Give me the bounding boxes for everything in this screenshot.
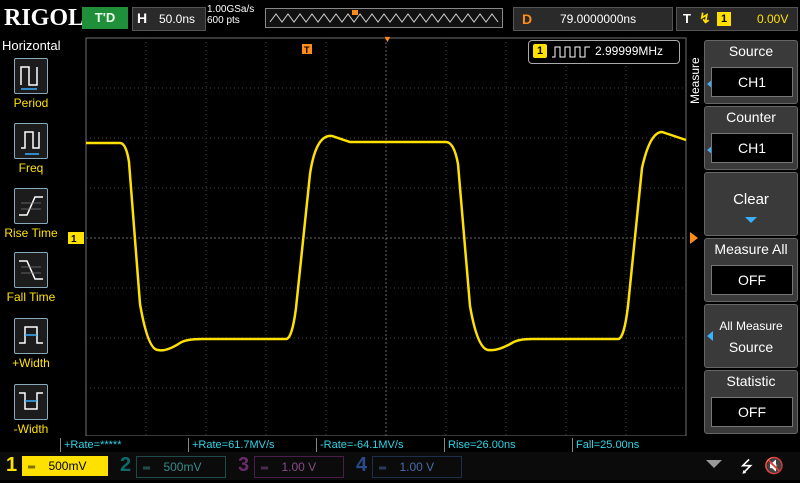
waveform-grid: ▼ T 1 [68, 34, 698, 437]
fall-time-label: Fall Time [6, 290, 56, 304]
delay-label: D [522, 11, 533, 27]
memory-position-strip[interactable] [265, 8, 503, 28]
freq-label: Freq [18, 161, 44, 175]
freq-tool[interactable]: Freq [0, 123, 62, 183]
trigger-label: T [683, 11, 691, 26]
all-measure-source-button[interactable]: All Measure Source [704, 304, 798, 368]
statistic-button[interactable]: Statistic OFF [704, 370, 798, 434]
clear-button[interactable]: Clear [704, 172, 798, 236]
menu-expand-icon[interactable] [706, 460, 722, 468]
horizontal-label: H [137, 10, 148, 26]
channel-status-bar: 1 ═ 500mV 2 ═ 500mV 3 ═ 1.00 V 4 ═ 1.00 … [0, 452, 800, 480]
channel-2-number: 2 [120, 454, 132, 476]
trigger-position-marker: ▼ [383, 36, 392, 44]
channel-1-number: 1 [6, 454, 18, 476]
top-status-bar: RIGOL T'D H 50.0ns 1.00GSa/s 600 pts D 7… [0, 0, 800, 36]
trigger-status-badge: T'D [82, 7, 128, 29]
memory-waveform-preview [269, 10, 499, 23]
statistic-title: Statistic [726, 373, 776, 389]
measurement-item: +Rate=61.7MV/s [188, 438, 316, 452]
all-measure-source-title: Source [728, 339, 774, 355]
sample-rate: 1.00GSa/s [207, 4, 255, 15]
svg-text:1: 1 [71, 234, 77, 245]
timebase-value: 50.0ns [159, 12, 196, 26]
channel-4-scale: ═ 1.00 V [372, 456, 462, 478]
coupling-icon: ═ [379, 463, 387, 474]
measure-all-title: Measure All [714, 241, 788, 257]
coupling-icon: ═ [143, 463, 151, 474]
counter-source-value: CH1 [711, 133, 793, 163]
period-tool[interactable]: Period [0, 58, 62, 118]
source-button[interactable]: Source CH1 [704, 40, 798, 104]
counter-channel: 1 [533, 44, 547, 58]
measurement-item: Fall=25.00ns [572, 438, 700, 452]
left-menu-title: Horizontal [2, 38, 61, 53]
rise-time-tool[interactable]: Rise Time [0, 188, 62, 248]
measure-all-value: OFF [711, 265, 793, 295]
trigger-level: 0.00V [757, 12, 789, 26]
acquisition-info: 1.00GSa/s 600 pts [207, 4, 254, 26]
measurement-item: -Rate=-64.1MV/s [316, 438, 444, 452]
chevron-down-icon [745, 217, 757, 223]
svg-text:T: T [304, 45, 310, 55]
counter-title: Counter [726, 109, 776, 125]
speaker-muted-icon[interactable]: 🔇 [764, 456, 784, 476]
channel-3-number: 3 [238, 454, 250, 476]
rise-time-icon [14, 188, 48, 224]
memory-trigger-marker [352, 10, 358, 15]
source-value: CH1 [711, 67, 793, 97]
all-measure-title: All Measure [719, 319, 783, 333]
fall-time-tool[interactable]: Fall Time [0, 252, 62, 312]
channel-1-settings[interactable]: 1 ═ 500mV [0, 454, 112, 478]
neg-width-icon [14, 384, 48, 420]
pos-width-tool[interactable]: +Width [0, 318, 62, 378]
measurement-item: Rise=26.00ns [444, 438, 572, 452]
channel-1-scale: ═ 500mV [22, 456, 108, 476]
period-icon [14, 58, 48, 94]
channel-2-settings[interactable]: 2 ═ 500mV [116, 454, 228, 478]
trigger-level-marker [690, 232, 698, 244]
source-title: Source [728, 43, 774, 59]
waveform-display[interactable]: ▼ T 1 [62, 34, 702, 437]
rise-time-label: Rise Time [4, 226, 58, 240]
memory-depth: 600 pts [207, 15, 240, 26]
coupling-icon: ═ [28, 462, 36, 473]
pos-width-icon [14, 318, 48, 354]
period-label: Period [13, 96, 49, 110]
neg-width-label: -Width [13, 422, 49, 436]
pos-width-label: +Width [12, 356, 50, 370]
usb-icon: ⭍ [740, 459, 754, 476]
trigger-settings[interactable]: T ↯ 1 0.00V [676, 7, 798, 31]
counter-value: 2.99999MHz [595, 44, 664, 58]
channel-3-scale: ═ 1.00 V [254, 456, 344, 478]
delay-value: 79.0000000ns [560, 12, 637, 26]
measurement-results-bar: +Rate=***** +Rate=61.7MV/s -Rate=-64.1MV… [60, 438, 700, 452]
frequency-counter: 1 2.99999MHz [528, 40, 680, 64]
measure-menu-side-title: Measure [688, 57, 702, 104]
trigger-source-badge: 1 [717, 12, 731, 26]
coupling-icon: ═ [261, 463, 269, 474]
channel-3-settings[interactable]: 3 ═ 1.00 V [234, 454, 346, 478]
measurement-item: +Rate=***** [60, 438, 188, 452]
delay-display[interactable]: D 79.0000000ns [513, 7, 673, 31]
clear-title: Clear [733, 191, 769, 208]
rising-edge-icon: ↯ [699, 10, 711, 26]
counter-button[interactable]: Counter CH1 [704, 106, 798, 170]
freq-icon [14, 123, 48, 159]
channel-2-scale: ═ 500mV [136, 456, 226, 478]
fall-time-icon [14, 252, 48, 288]
statistic-value: OFF [711, 397, 793, 427]
brand-logo: RIGOL [4, 5, 85, 31]
channel-4-settings[interactable]: 4 ═ 1.00 V [352, 454, 464, 478]
channel-4-number: 4 [356, 454, 368, 476]
neg-width-tool[interactable]: -Width [0, 384, 62, 444]
measure-all-button[interactable]: Measure All OFF [704, 238, 798, 302]
pulse-icon [552, 46, 590, 58]
horizontal-timebase[interactable]: H 50.0ns [132, 7, 206, 31]
